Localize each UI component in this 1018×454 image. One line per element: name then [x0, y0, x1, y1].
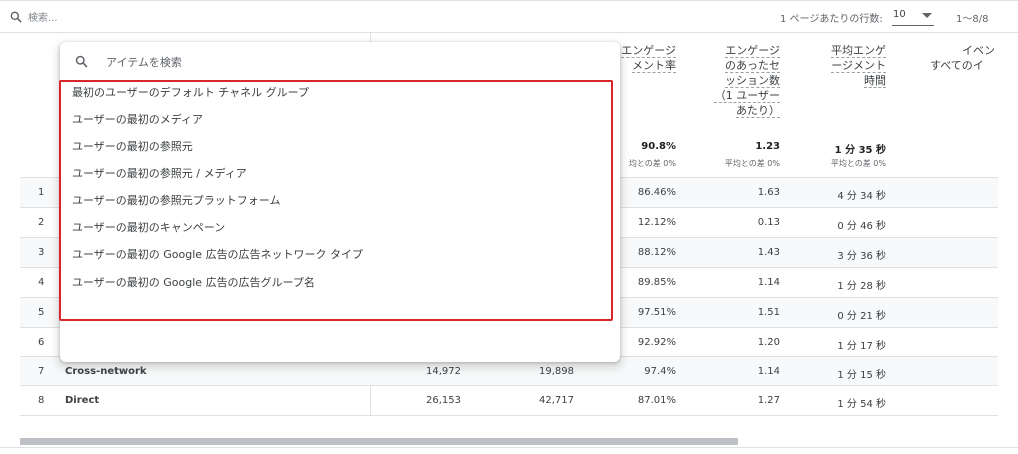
row-engagement-rate: 88.12%: [637, 247, 676, 258]
total-engagement-rate-diff: 均との差 0%: [628, 159, 676, 168]
row-index: 6: [38, 337, 45, 348]
row-engagement-rate: 12.12%: [637, 217, 676, 228]
row-engagement-rate: 87.01%: [637, 395, 676, 406]
row-index: 8: [38, 395, 45, 406]
table-search-input[interactable]: [28, 9, 248, 27]
row-index: 3: [38, 247, 45, 258]
dimension-option[interactable]: ユーザーの最初のメディア: [72, 110, 592, 130]
row-index: 4: [38, 277, 45, 288]
dimension-option[interactable]: ユーザーの最初の Google 広告の広告グループ名: [72, 273, 592, 293]
row-index: 5: [38, 307, 45, 318]
total-avg-engagement-time-diff: 平均との差 0%: [830, 159, 886, 168]
row-avg-engagement-time: 4 分 34 秒: [837, 191, 886, 202]
row-engagement-rate: 92.92%: [637, 337, 676, 348]
header-line: 平均エンゲ: [831, 44, 886, 57]
row-users: 14,972: [426, 366, 461, 377]
total-engagement-rate: 90.8%: [641, 141, 676, 152]
search-icon: [75, 55, 88, 68]
total-avg-engagement-time: 1 分 35 秒: [834, 145, 886, 156]
header-line: メント率: [632, 59, 676, 72]
row-index: 7: [38, 366, 45, 377]
header-line: 時間: [864, 74, 886, 87]
header-line: イベン: [962, 44, 995, 57]
row-sessions: 42,717: [539, 395, 574, 406]
row-sessions-per-user: 1.63: [757, 187, 780, 198]
dimension-option[interactable]: ユーザーの最初のキャンペーン: [72, 218, 592, 238]
dropdown-caret-icon: [922, 13, 932, 18]
dimension-option[interactable]: 最初のユーザーのデフォルト チャネル グループ: [72, 83, 592, 103]
total-sessions-per-user: 1.23: [755, 141, 780, 152]
table-bottom-border: [20, 415, 998, 416]
header-line: ッション数: [725, 74, 780, 87]
header-engaged-sessions-per-user[interactable]: エンゲージ のあったセ ッション数 （1 ユーザー あたり）: [715, 43, 780, 118]
total-sessions-per-user-diff: 平均との差 0%: [724, 159, 780, 168]
horizontal-scrollbar[interactable]: [20, 438, 738, 445]
row-engagement-rate: 86.46%: [637, 187, 676, 198]
rows-per-page-label: 1 ページあたりの行数:: [780, 14, 883, 25]
header-line: エンゲージ: [725, 44, 780, 57]
search-icon: [10, 11, 22, 23]
row-avg-engagement-time: 3 分 36 秒: [837, 251, 886, 262]
row-avg-engagement-time: 1 分 28 秒: [837, 281, 886, 292]
dimension-option[interactable]: ユーザーの最初の参照元: [72, 137, 592, 157]
row-sessions: 19,898: [539, 366, 574, 377]
row-index: 1: [38, 187, 45, 198]
header-engagement-rate[interactable]: エンゲージ メント率: [621, 43, 676, 73]
header-line: エンゲージ: [621, 44, 676, 57]
row-engagement-rate: 97.51%: [637, 307, 676, 318]
row-avg-engagement-time: 0 分 46 秒: [837, 221, 886, 232]
header-line: のあったセ: [725, 59, 780, 72]
scroll-track: [0, 447, 1018, 448]
row-avg-engagement-time: 0 分 21 秒: [837, 311, 886, 322]
dimension-option[interactable]: ユーザーの最初の参照元プラットフォーム: [72, 191, 592, 211]
header-line: あたり）: [736, 104, 780, 117]
row-index: 2: [38, 217, 45, 228]
header-line: すべてのイ: [930, 59, 984, 72]
row-sessions-per-user: 1.27: [757, 395, 780, 406]
rows-per-page-value: 10: [893, 9, 906, 20]
header-event-count[interactable]: イベン すべてのイ: [930, 43, 995, 73]
dimension-option[interactable]: ユーザーの最初の参照元 / メディア: [72, 164, 592, 184]
row-sessions-per-user: 1.14: [757, 366, 780, 377]
row-engagement-rate: 97.4%: [644, 366, 676, 377]
table-row[interactable]: 8 Direct 26,153 42,717 87.01% 1.27 1 分 5…: [20, 385, 998, 415]
row-avg-engagement-time: 1 分 15 秒: [837, 370, 886, 381]
row-sessions-per-user: 1.43: [757, 247, 780, 258]
row-sessions-per-user: 0.13: [757, 217, 780, 228]
row-engagement-rate: 89.85%: [637, 277, 676, 288]
row-users: 26,153: [426, 395, 461, 406]
row-avg-engagement-time: 1 分 17 秒: [837, 341, 886, 352]
rows-per-page-select[interactable]: 10: [892, 6, 934, 26]
table-toolbar: 1 ページあたりの行数: 10 1～8/8: [0, 1, 1018, 33]
pagination-range: 1～8/8: [956, 14, 989, 25]
row-sessions-per-user: 1.20: [757, 337, 780, 348]
row-avg-engagement-time: 1 分 54 秒: [837, 399, 886, 410]
dimension-option[interactable]: ユーザーの最初の Google 広告の広告ネットワーク タイプ: [72, 245, 592, 265]
row-sessions-per-user: 1.14: [757, 277, 780, 288]
item-search-input[interactable]: [106, 52, 406, 72]
header-line: ージメント: [831, 59, 886, 72]
row-sessions-per-user: 1.51: [757, 307, 780, 318]
row-name: Cross-network: [65, 366, 147, 377]
dimension-picker-popup: 最初のユーザーのデフォルト チャネル グループ ユーザーの最初のメディア ユーザ…: [59, 42, 620, 362]
header-avg-engagement-time[interactable]: 平均エンゲ ージメント 時間: [831, 43, 886, 88]
row-name: Direct: [65, 395, 100, 406]
header-line: （1 ユーザー: [714, 89, 780, 102]
